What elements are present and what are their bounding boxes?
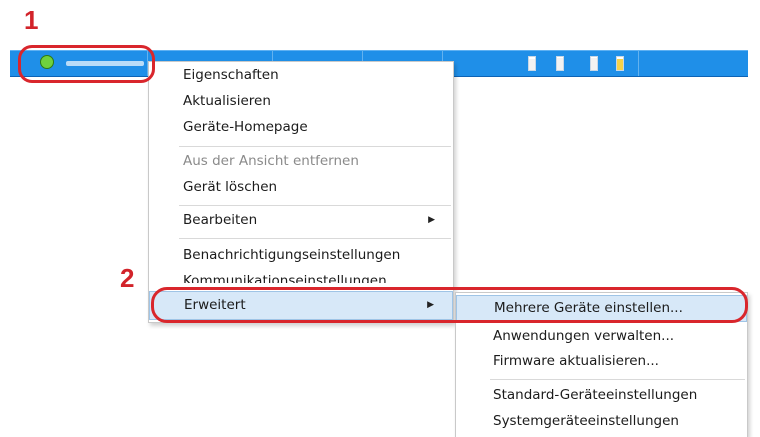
menu-separator — [179, 238, 451, 239]
chevron-right-icon: ▶ — [428, 215, 435, 225]
status-ok-icon — [40, 55, 54, 69]
menu-separator — [490, 379, 745, 380]
submenu-item-standard-geraeteeinstellungen[interactable]: Standard-Geräteeinstellungen — [456, 383, 747, 408]
toner-level-icon — [528, 56, 536, 71]
menu-separator — [179, 146, 451, 147]
chevron-right-icon: ▶ — [427, 300, 434, 310]
device-name-selected[interactable] — [66, 61, 144, 66]
column-divider — [638, 51, 639, 76]
menu-item-erweitert[interactable]: Erweitert ▶ — [149, 291, 453, 320]
menu-item-geraete-homepage[interactable]: Geräte-Homepage — [149, 115, 453, 140]
step-number-2: 2 — [120, 263, 135, 293]
menu-item-geraet-loeschen[interactable]: Gerät löschen — [149, 175, 453, 200]
menu-item-aktualisieren[interactable]: Aktualisieren — [149, 89, 453, 114]
toner-level-icon — [556, 56, 564, 71]
menu-item-kommunikationseinstellungen[interactable]: Kommunikationseinstellungen — [149, 269, 453, 283]
menu-separator — [179, 205, 451, 206]
submenu-erweitert: Mehrere Geräte einstellen... Anwendungen… — [455, 292, 748, 437]
menu-item-eigenschaften[interactable]: Eigenschaften — [149, 63, 453, 88]
submenu-item-systemgeraeteeinstellungen[interactable]: Systemgeräteeinstellungen — [456, 409, 747, 434]
toner-level-icon — [616, 56, 624, 71]
context-menu: Eigenschaften Aktualisieren Geräte-Homep… — [148, 61, 454, 323]
step-number-1: 1 — [24, 5, 39, 35]
submenu-item-anwendungen-verwalten[interactable]: Anwendungen verwalten... — [456, 324, 747, 349]
menu-item-benachrichtigungseinstellungen[interactable]: Benachrichtigungseinstellungen — [149, 243, 453, 268]
submenu-item-firmware-aktualisieren[interactable]: Firmware aktualisieren... — [456, 349, 747, 374]
menu-item-bearbeiten[interactable]: Bearbeiten ▶ — [149, 208, 453, 233]
submenu-item-mehrere-geraete-einstellen[interactable]: Mehrere Geräte einstellen... — [456, 295, 747, 322]
toner-level-icon — [590, 56, 598, 71]
menu-item-aus-der-ansicht-entfernen: Aus der Ansicht entfernen — [183, 153, 359, 169]
